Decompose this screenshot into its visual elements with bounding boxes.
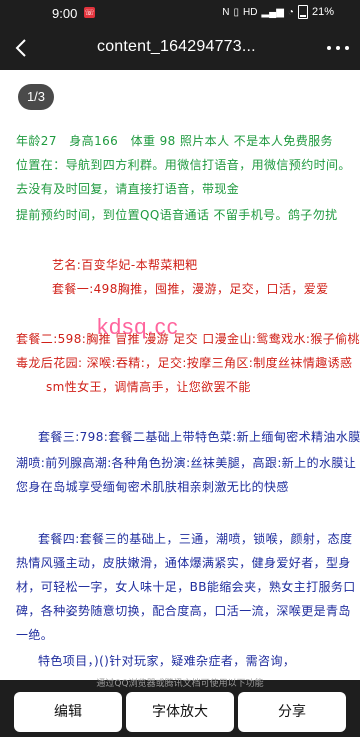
share-button[interactable]: 分享 xyxy=(238,692,346,732)
document-title: content_164294773... xyxy=(97,38,256,55)
font-zoom-button[interactable]: 字体放大 xyxy=(126,692,234,732)
back-arrow-icon xyxy=(15,39,26,57)
more-dots-icon xyxy=(327,46,331,50)
doc-line: 去没有及时回复，请直接打语音，带现金 xyxy=(16,182,240,196)
status-bar: 9:00 ☏ N ▯ HD ▂▄▆ ◔ 21% xyxy=(0,0,360,26)
status-time: 9:00 xyxy=(52,6,78,21)
back-button[interactable] xyxy=(8,32,40,64)
vibrate-icon: ▯ xyxy=(233,6,239,18)
doc-line: 位置在：导航到四方利群。用微信打语音，用微信预约时间。 xyxy=(16,158,351,172)
doc-line: 套餐二:598:胸推 冒推 漫游 足交 口漫金山:鸳鸯戏水:猴子偷桃: xyxy=(16,332,360,346)
doc-line: 材，可轻松一字，女人味十足，BB能缩会夹，熟女主打服务口 xyxy=(16,580,356,594)
notification-badge: ☏ xyxy=(84,7,95,18)
doc-line: 特色项目，)()针对玩家，疑难杂症者，需咨询， xyxy=(38,654,296,668)
doc-line: 套餐一:498胸推，囤推，漫游，足交，口活，爱爱 xyxy=(52,282,329,296)
battery-percent: 21% xyxy=(311,6,334,18)
edit-button[interactable]: 编辑 xyxy=(14,692,122,732)
doc-line: 年龄27 身高166 体重 98 照片本人 不是本人免费服务 xyxy=(16,134,333,148)
doc-line: 毒龙后花园: 深喉:吞精:，足交:按摩三角区:制度丝袜情趣诱惑 xyxy=(16,356,353,370)
app-bar: content_164294773... xyxy=(0,26,360,70)
signal-icon: ▂▄▆ xyxy=(261,6,284,18)
doc-line: 套餐三:798:套餐二基础上带特色菜:新上缅甸密术精油水膜: xyxy=(38,430,360,444)
nfc-icon: N xyxy=(222,6,230,18)
hd-icon: HD xyxy=(243,6,258,18)
battery-icon xyxy=(297,5,308,19)
doc-line: 艺名:百变华妃-本帮菜粑粑 xyxy=(52,258,198,272)
wifi-icon: ◔ xyxy=(287,6,294,18)
doc-line: 潮喷:前列腺高潮:各种角色扮演:丝袜美腿，高跟:新上的水膜让 xyxy=(16,456,357,470)
bottom-toolbar: 编辑 字体放大 分享 xyxy=(0,690,360,737)
doc-line: 提前预约时间，到位置QQ语音通话 不留手机号。鸽子勿扰 xyxy=(16,208,338,222)
status-icons: N ▯ HD ▂▄▆ ◔ 21% xyxy=(222,5,334,19)
footer-note: 通过QQ浏览器或腾讯文档可使用以下功能 xyxy=(96,679,264,689)
page-indicator: 1/3 xyxy=(18,84,54,110)
document-viewer[interactable]: 1/3 年龄27 身高166 体重 98 照片本人 不是本人免费服务 位置在：导… xyxy=(0,70,360,680)
doc-line: sm性女王，调情高手，让您欲罢不能 xyxy=(46,380,251,394)
doc-line: 碑，各种姿势随意切换，配合度高，口活一流，深喉更是青岛 xyxy=(16,604,351,618)
doc-line: 一绝。 xyxy=(16,628,54,642)
doc-line: 您身在岛城享受缅甸密术肌肤相亲刺激无比的快感 xyxy=(16,480,289,494)
watermark-text: kdsq.cc xyxy=(97,314,179,339)
more-options-button[interactable] xyxy=(324,36,352,60)
doc-line: 热情风骚主动，皮肤嫩滑，通体爆满紧实，健身爱好者，型身 xyxy=(16,556,351,570)
doc-line: 套餐四:套餐三的基础上，三通，潮喷，锁喉，颜射，态度 xyxy=(38,532,353,546)
